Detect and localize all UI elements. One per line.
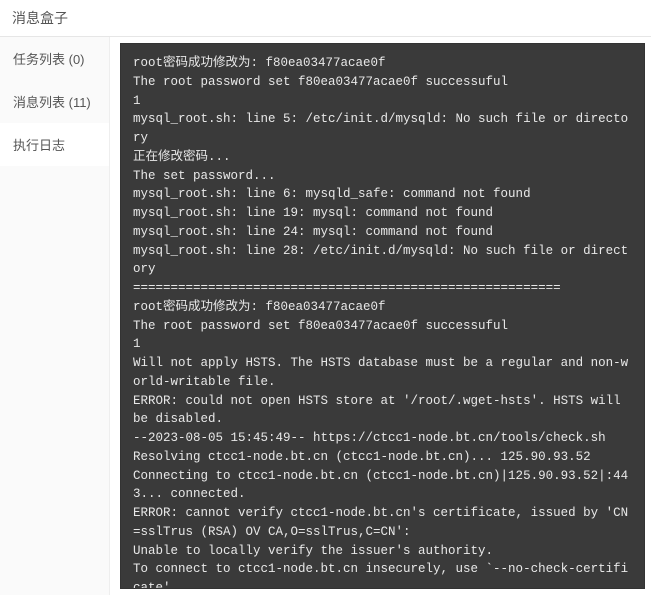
sidebar-item-label: 任务列表 (0) [13, 52, 85, 67]
dialog-title: 消息盒子 [12, 10, 68, 26]
sidebar: 任务列表 (0) 消息列表 (11) 执行日志 [0, 37, 110, 595]
dialog-header: 消息盒子 [0, 0, 651, 37]
sidebar-item-tasks[interactable]: 任务列表 (0) [0, 37, 109, 80]
terminal-output[interactable]: root密码成功修改为: f80ea03477acae0f The root p… [120, 43, 645, 589]
main-panel: root密码成功修改为: f80ea03477acae0f The root p… [110, 37, 651, 595]
sidebar-item-label: 消息列表 (11) [13, 95, 91, 110]
sidebar-item-messages[interactable]: 消息列表 (11) [0, 80, 109, 123]
sidebar-item-label: 执行日志 [13, 138, 65, 153]
dialog-body: 任务列表 (0) 消息列表 (11) 执行日志 root密码成功修改为: f80… [0, 37, 651, 595]
sidebar-item-exec-log[interactable]: 执行日志 [0, 123, 109, 166]
